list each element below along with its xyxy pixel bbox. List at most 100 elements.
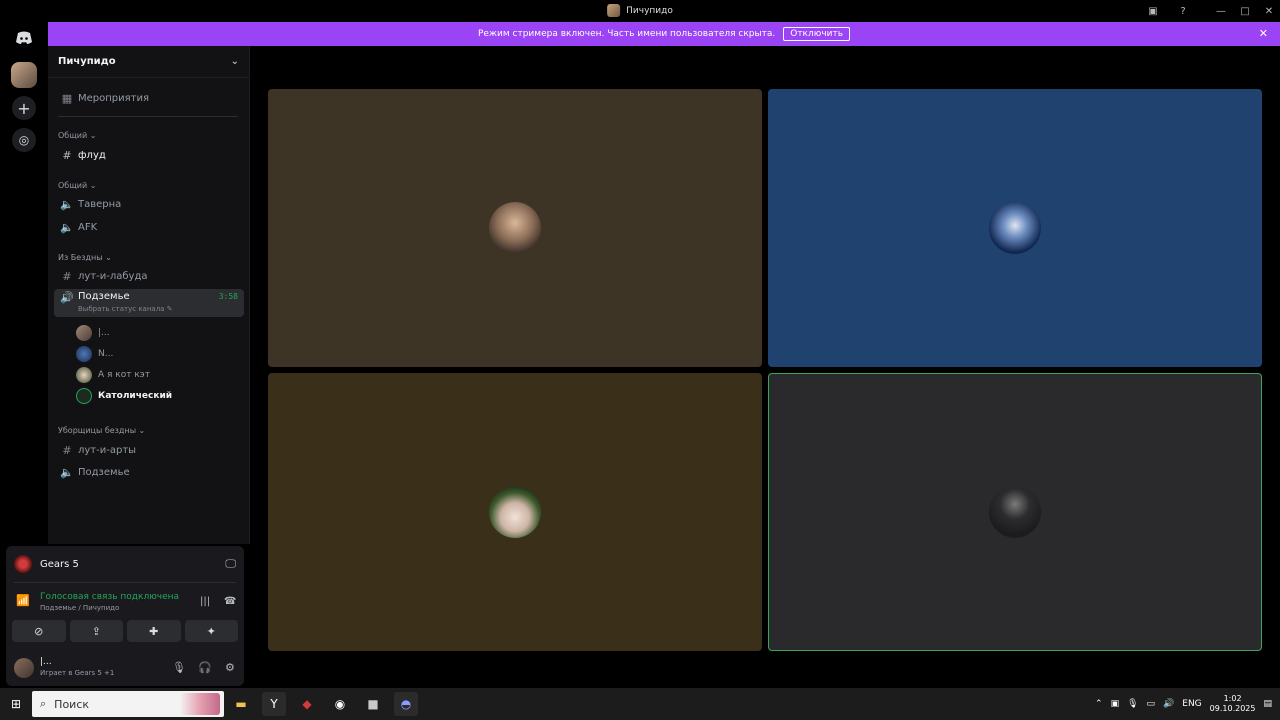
events-label: Мероприятия	[78, 92, 149, 104]
divider	[58, 116, 238, 117]
system-tray: ⌃ ▣ 🎙 ▭ 🔊 ENG 1:02 09.10.2025 ▤	[1095, 688, 1272, 720]
headphones-icon[interactable]: 🎧	[198, 661, 212, 674]
clock[interactable]: 1:02 09.10.2025	[1210, 694, 1256, 714]
events-item[interactable]: ▦ Мероприятия	[54, 88, 244, 108]
channel-taverna[interactable]: 🔈 Таверна	[54, 194, 244, 214]
participant-tile-speaking[interactable]	[768, 373, 1262, 651]
server-pichupido-icon[interactable]	[11, 62, 37, 88]
voice-connection: 📶 Голосовая связь подключена Подземье / …	[14, 590, 236, 614]
gamepad-icon: ✚	[149, 624, 159, 638]
user-panel: Gears 5 🖵 📶 Голосовая связь подключена П…	[6, 546, 244, 686]
channel-afk[interactable]: 🔈 AFK	[54, 217, 244, 237]
share-screen-button[interactable]: ⇪	[69, 620, 123, 642]
speaker-icon: 🔈	[60, 197, 74, 211]
member-name: |...	[98, 328, 110, 338]
app-icon[interactable]: ■	[361, 692, 385, 716]
participant-tile[interactable]	[768, 89, 1262, 367]
close-window-button[interactable]: ✕	[1261, 3, 1277, 19]
divider	[14, 582, 236, 583]
close-icon[interactable]: ✕	[1259, 27, 1268, 40]
voice-member[interactable]: |...	[76, 324, 110, 342]
stream-screen-icon[interactable]: 🖵	[225, 557, 236, 571]
soundboard-icon: ✦	[206, 624, 216, 638]
channel-flood[interactable]: # флуд	[54, 145, 244, 165]
category-abyss[interactable]: Из Бездны ⌄	[58, 253, 112, 262]
channel-status-text: Выбрать статус канала	[78, 305, 165, 313]
voice-timer: 3:58	[218, 292, 238, 301]
taskbar-search[interactable]: ⌕ Поиск	[32, 691, 224, 717]
discord-home-icon[interactable]	[12, 26, 36, 50]
participant-tile[interactable]	[268, 89, 762, 367]
channel-loot-labuda[interactable]: # лут-и-лабуда	[54, 266, 244, 286]
disable-streamer-mode-button[interactable]: Отключить	[783, 27, 851, 41]
add-server-icon[interactable]: +	[12, 96, 36, 120]
voice-member-speaking[interactable]: Католический	[76, 387, 172, 405]
channel-podzemie-2[interactable]: 🔈 Подземье	[54, 462, 244, 482]
inbox-icon[interactable]: ▣	[1145, 3, 1161, 19]
speaker-icon: 🔈	[60, 465, 74, 479]
server-icon	[607, 4, 621, 17]
title-bar: Пичупидо ▣ ? — □ ✕	[0, 0, 1280, 22]
soundboard-button[interactable]: ✦	[184, 620, 238, 642]
chevron-up-icon[interactable]: ⌃	[1095, 699, 1103, 709]
participant-tile[interactable]	[268, 373, 762, 651]
activity-row[interactable]: Gears 5 🖵	[14, 554, 236, 574]
microphone-icon[interactable]: 🎙	[172, 661, 186, 674]
network-icon[interactable]: ▭	[1147, 699, 1156, 709]
channel-podzemie-active[interactable]: 🔊 Подземье 3:58 Выбрать статус канала ✎	[54, 289, 244, 317]
category-general[interactable]: Общий ⌄	[58, 131, 96, 140]
voice-status[interactable]: Голосовая связь подключена	[40, 592, 179, 602]
yandex-browser-icon[interactable]: Y	[262, 692, 286, 716]
tray-app-icon[interactable]: ▣	[1111, 699, 1120, 709]
avatar	[989, 202, 1041, 254]
member-name: А я кот кэт	[98, 370, 150, 380]
gear-icon[interactable]: ⚙	[225, 661, 235, 674]
windows-start-icon[interactable]: ⊞	[4, 692, 28, 716]
avatar	[76, 346, 92, 362]
avatar[interactable]	[14, 658, 34, 678]
volume-icon[interactable]: 🔊	[1163, 699, 1174, 709]
notification-icon[interactable]: ▤	[1263, 699, 1272, 709]
discord-taskbar-icon[interactable]: ◓	[394, 692, 418, 716]
streamer-mode-banner: Режим стримера включен. Часть имени поль…	[48, 22, 1280, 46]
disconnect-icon[interactable]: ☎	[224, 596, 236, 607]
microphone-icon[interactable]: 🎙	[1127, 699, 1138, 709]
clock-time: 1:02	[1223, 694, 1242, 703]
username[interactable]: |...	[40, 657, 52, 667]
app-red-icon[interactable]: ◆	[295, 692, 319, 716]
guild-header[interactable]: Пичупидо ⌄	[48, 46, 249, 78]
activities-button[interactable]: ✚	[127, 620, 181, 642]
minimize-button[interactable]: —	[1213, 3, 1229, 19]
help-icon[interactable]: ?	[1175, 3, 1191, 19]
category-label: Уборщицы бездны	[58, 426, 137, 435]
discover-icon[interactable]: ◎	[12, 128, 36, 152]
voice-member[interactable]: А я кот кэт	[76, 366, 150, 384]
camera-off-button[interactable]: ⊘	[12, 620, 66, 642]
channel-label: флуд	[78, 149, 106, 161]
window-title: Пичупидо	[607, 4, 673, 17]
member-name: N...	[98, 349, 114, 359]
calendar-icon: ▦	[61, 91, 73, 105]
avatar	[989, 486, 1041, 538]
clock-date: 09.10.2025	[1209, 704, 1256, 713]
user-row: |... Играет в Gears 5 +1 🎙 🎧 ⚙	[12, 656, 238, 680]
channel-sidebar: Пичупидо ⌄ ▦ Мероприятия Общий ⌄ # флуд …	[48, 46, 250, 544]
voice-member[interactable]: N...	[76, 345, 113, 363]
avatar	[76, 388, 92, 404]
game-name: Gears 5	[40, 558, 79, 570]
channel-loot-arty[interactable]: # лут-и-арты	[54, 440, 244, 460]
steam-icon[interactable]: ◉	[328, 692, 352, 716]
noise-suppression-icon[interactable]: |||	[200, 596, 210, 607]
hash-icon: #	[62, 148, 72, 162]
voice-location[interactable]: Подземье / Пичупидо	[40, 604, 119, 612]
guild-name: Пичупидо	[58, 56, 116, 67]
maximize-button[interactable]: □	[1237, 3, 1253, 19]
language-indicator[interactable]: ENG	[1182, 699, 1201, 709]
file-explorer-icon[interactable]: ▬	[229, 692, 253, 716]
category-cleaners[interactable]: Уборщицы бездны ⌄	[58, 426, 145, 435]
channel-label: лут-и-лабуда	[78, 270, 148, 282]
channel-label: Подземье	[78, 291, 130, 302]
channel-status[interactable]: Выбрать статус канала ✎	[78, 305, 173, 313]
category-general-voice[interactable]: Общий ⌄	[58, 181, 96, 190]
signal-icon[interactable]: 📶	[14, 594, 32, 612]
